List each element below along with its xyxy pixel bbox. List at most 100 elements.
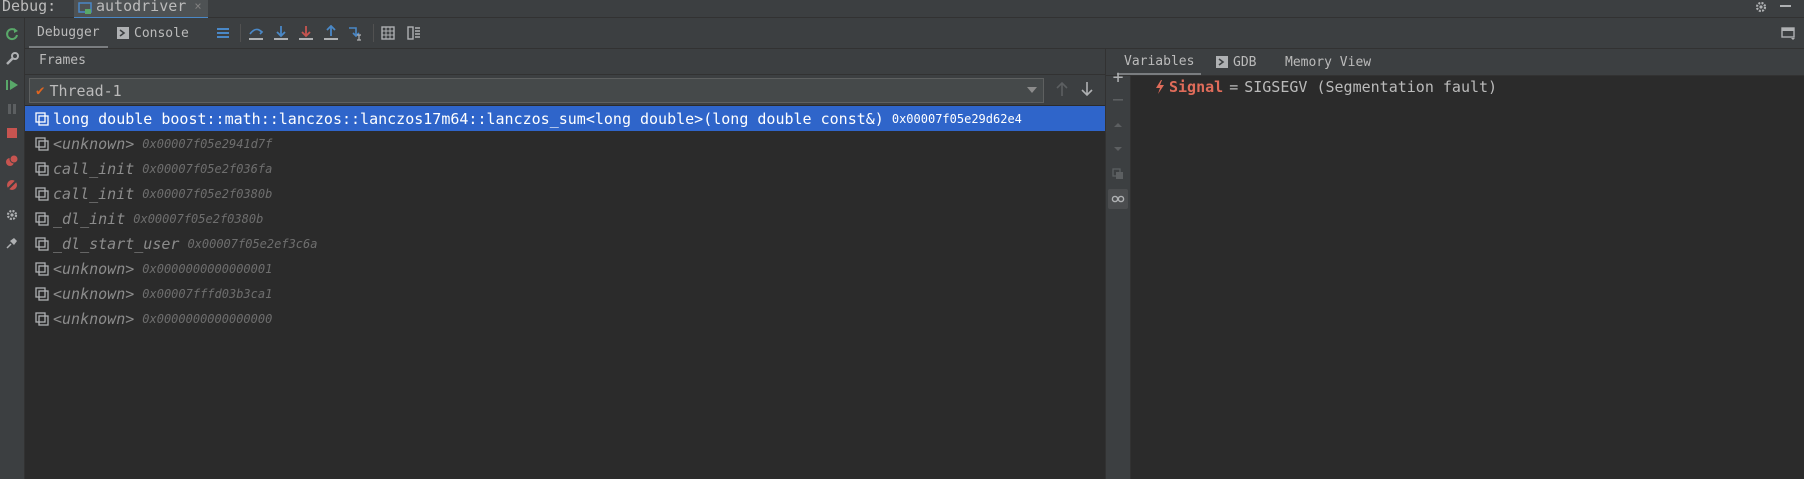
frame-address: 0x00007f05e2f036fa xyxy=(142,161,273,176)
stack-frame-icon xyxy=(35,186,49,201)
frames-title: Frames xyxy=(39,53,86,68)
resume-icon[interactable] xyxy=(3,76,21,94)
gdb-icon xyxy=(1216,56,1228,68)
signal-variable-value: SIGSEGV (Segmentation fault) xyxy=(1244,78,1498,96)
stack-frame-icon xyxy=(35,161,49,176)
frame-function-name: <unknown> xyxy=(53,134,135,153)
frame-address: 0x00007f05e2ef3c6a xyxy=(187,236,318,251)
tab-memory-view[interactable]: Memory View xyxy=(1279,49,1377,75)
run-config-icon xyxy=(78,1,92,15)
frame-row[interactable]: call_init 0x00007f05e2f036fa xyxy=(25,156,1105,181)
tab-variables-label: Variables xyxy=(1124,53,1195,69)
frame-list: long double boost::math::lanczos::lanczo… xyxy=(25,106,1105,331)
stack-frame-icon xyxy=(35,261,49,276)
frame-row[interactable]: _dl_init 0x00007f05e2f0380b xyxy=(25,206,1105,231)
thread-select-value: Thread-1 xyxy=(49,81,122,100)
step-out-icon[interactable] xyxy=(322,24,340,42)
frame-row[interactable]: <unknown> 0x0000000000000000 xyxy=(25,306,1105,331)
remove-watch-icon[interactable] xyxy=(1109,91,1127,109)
frame-function-name: call_init xyxy=(53,159,135,178)
tab-variables[interactable]: Variables xyxy=(1117,49,1202,75)
show-watches-icon[interactable] xyxy=(1108,189,1128,209)
previous-frame-icon[interactable] xyxy=(1055,81,1069,97)
frame-address: 0x00007f05e2f0380b xyxy=(142,186,273,201)
variables-side-toolbar: + xyxy=(1106,67,1131,479)
frame-row[interactable]: call_init 0x00007f05e2f0380b xyxy=(25,181,1105,206)
evaluate-expression-icon[interactable] xyxy=(379,24,397,42)
stack-frame-icon xyxy=(35,311,49,326)
step-over-icon[interactable] xyxy=(247,24,265,42)
signal-variable-row[interactable]: Signal = SIGSEGV (Segmentation fault) xyxy=(1155,78,1497,96)
frame-address: 0x00007f05e2941d7f xyxy=(142,136,273,151)
debug-left-toolbar xyxy=(0,18,25,479)
step-into-icon[interactable] xyxy=(272,24,290,42)
frame-row[interactable]: _dl_start_user 0x00007f05e2ef3c6a xyxy=(25,231,1105,256)
thread-bar: ✔ Thread-1 xyxy=(25,75,1105,105)
toolbar-separator xyxy=(373,24,374,42)
tab-debugger[interactable]: Debugger xyxy=(29,18,108,48)
tab-console[interactable]: Console xyxy=(113,18,193,48)
frames-header: Frames xyxy=(25,49,1105,75)
stack-frame-icon xyxy=(35,211,49,226)
signal-variable-name: Signal xyxy=(1169,78,1224,96)
restore-layout-icon[interactable] xyxy=(405,24,423,42)
move-up-icon[interactable] xyxy=(1109,116,1127,134)
tab-gdb[interactable]: GDB xyxy=(1212,49,1260,75)
force-step-into-icon[interactable] xyxy=(297,24,315,42)
minimize-icon[interactable] xyxy=(1780,5,1791,7)
stack-frame-icon xyxy=(35,286,49,301)
run-config-name: autodriver xyxy=(96,0,187,15)
frame-function-name: <unknown> xyxy=(53,259,135,278)
variables-tree: Signal = SIGSEGV (Segmentation fault) xyxy=(1131,76,1804,479)
frame-function-name: call_init xyxy=(53,184,135,203)
frame-address: 0x0000000000000000 xyxy=(142,311,273,326)
lightning-icon xyxy=(1155,80,1165,94)
tab-debugger-label: Debugger xyxy=(37,24,100,40)
add-watch-icon[interactable]: + xyxy=(1109,67,1127,88)
stack-frame-icon xyxy=(35,111,49,126)
move-down-icon[interactable] xyxy=(1109,140,1127,158)
tab-gdb-label: GDB xyxy=(1233,54,1257,70)
stop-icon[interactable] xyxy=(3,124,21,142)
frame-address: 0x00007f05e29d62e4 xyxy=(891,111,1022,126)
close-tab-icon[interactable]: × xyxy=(194,0,201,13)
layout-options-icon[interactable] xyxy=(1779,24,1797,42)
pin-icon[interactable] xyxy=(3,234,21,252)
run-config-tab[interactable]: autodriver × xyxy=(74,0,208,19)
frame-row[interactable]: <unknown> 0x00007fffd03b3ca1 xyxy=(25,281,1105,306)
gear-icon[interactable] xyxy=(1754,0,1768,14)
frame-address: 0x00007fffd03b3ca1 xyxy=(142,286,273,301)
settings-icon[interactable] xyxy=(3,206,21,224)
thread-select[interactable]: ✔ Thread-1 xyxy=(29,78,1044,103)
stack-frame-icon xyxy=(35,236,49,251)
layout-menu-icon[interactable] xyxy=(214,24,232,42)
chevron-down-icon xyxy=(1027,87,1037,93)
frame-address: 0x00007f05e2f0380b xyxy=(133,211,264,226)
variables-header: Variables GDB Memory View xyxy=(1106,49,1804,76)
tab-console-label: Console xyxy=(134,25,189,41)
frame-function-name: <unknown> xyxy=(53,309,135,328)
frame-address: 0x0000000000000001 xyxy=(142,261,273,276)
check-icon: ✔ xyxy=(36,82,45,99)
debug-toolbar: Debugger Console xyxy=(25,18,1804,49)
frame-function-name: <unknown> xyxy=(53,284,135,303)
frame-function-name: _dl_start_user xyxy=(53,234,180,253)
stack-frame-icon xyxy=(35,136,49,151)
wrench-icon[interactable] xyxy=(3,50,21,68)
debug-label: Debug: xyxy=(2,0,57,15)
frame-function-name: _dl_init xyxy=(53,209,126,228)
mute-breakpoints-icon[interactable] xyxy=(3,176,21,194)
copy-icon[interactable] xyxy=(1109,165,1127,183)
tab-memory-view-label: Memory View xyxy=(1285,54,1372,70)
rerun-icon[interactable] xyxy=(3,25,21,43)
pause-icon[interactable] xyxy=(3,100,21,118)
frame-row[interactable]: long double boost::math::lanczos::lanczo… xyxy=(25,106,1105,131)
next-frame-icon[interactable] xyxy=(1080,81,1094,97)
run-to-cursor-icon[interactable] xyxy=(347,24,365,42)
frame-row[interactable]: <unknown> 0x0000000000000001 xyxy=(25,256,1105,281)
console-icon xyxy=(117,27,129,39)
toolbar-separator xyxy=(240,24,241,42)
signal-equals: = xyxy=(1229,78,1239,96)
frame-row[interactable]: <unknown> 0x00007f05e2941d7f xyxy=(25,131,1105,156)
view-breakpoints-icon[interactable] xyxy=(3,152,21,170)
